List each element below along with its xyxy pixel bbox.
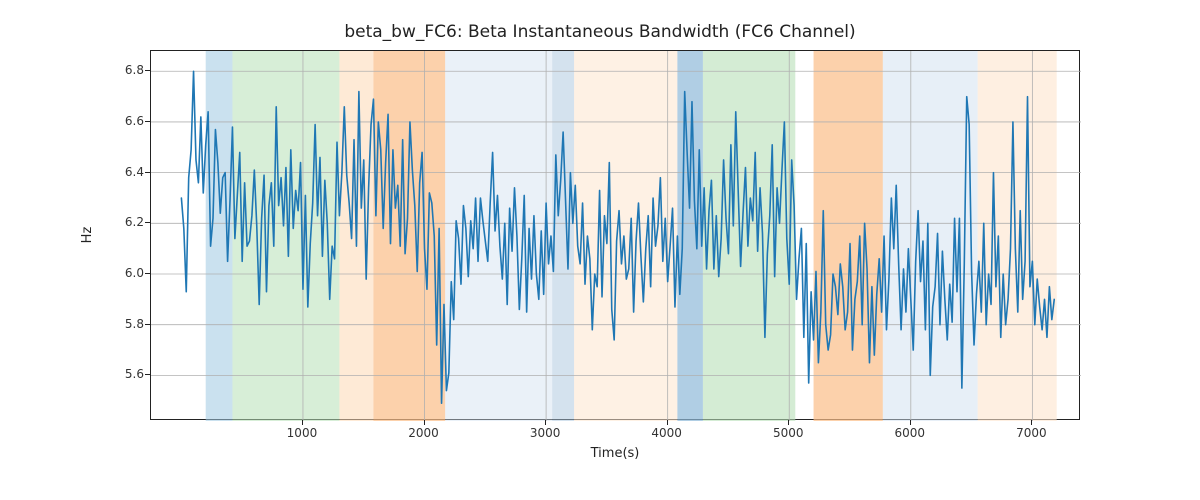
- region-band: [552, 51, 574, 421]
- x-tick-label: 5000: [758, 426, 818, 440]
- y-tick-mark: [145, 172, 150, 173]
- y-tick-label: 5.6: [104, 367, 144, 381]
- chart-title: beta_bw_FC6: Beta Instantaneous Bandwidt…: [0, 22, 1200, 42]
- x-axis-label: Time(s): [150, 446, 1080, 461]
- x-tick-mark: [1031, 420, 1032, 425]
- y-tick-label: 6.2: [104, 215, 144, 229]
- y-tick-mark: [145, 324, 150, 325]
- x-tick-label: 4000: [637, 426, 697, 440]
- figure: beta_bw_FC6: Beta Instantaneous Bandwidt…: [0, 0, 1200, 500]
- x-tick-mark: [424, 420, 425, 425]
- x-tick-mark: [910, 420, 911, 425]
- region-band: [978, 51, 1057, 421]
- y-tick-mark: [145, 374, 150, 375]
- x-tick-mark: [667, 420, 668, 425]
- x-tick-mark: [302, 420, 303, 425]
- x-tick-mark: [788, 420, 789, 425]
- y-tick-label: 6.6: [104, 114, 144, 128]
- x-tick-label: 1000: [272, 426, 332, 440]
- x-tick-label: 7000: [1001, 426, 1061, 440]
- y-tick-label: 6.8: [104, 63, 144, 77]
- y-tick-label: 6.0: [104, 266, 144, 280]
- y-tick-label: 6.4: [104, 165, 144, 179]
- plot-svg: [151, 51, 1081, 421]
- x-tick-mark: [545, 420, 546, 425]
- y-tick-mark: [145, 70, 150, 71]
- y-tick-label: 5.8: [104, 317, 144, 331]
- x-tick-label: 6000: [880, 426, 940, 440]
- x-tick-label: 2000: [394, 426, 454, 440]
- x-tick-label: 3000: [515, 426, 575, 440]
- plot-area: [150, 50, 1080, 420]
- y-tick-mark: [145, 222, 150, 223]
- y-tick-mark: [145, 273, 150, 274]
- region-band: [677, 51, 703, 421]
- y-axis-label: Hz: [80, 50, 100, 420]
- y-tick-mark: [145, 121, 150, 122]
